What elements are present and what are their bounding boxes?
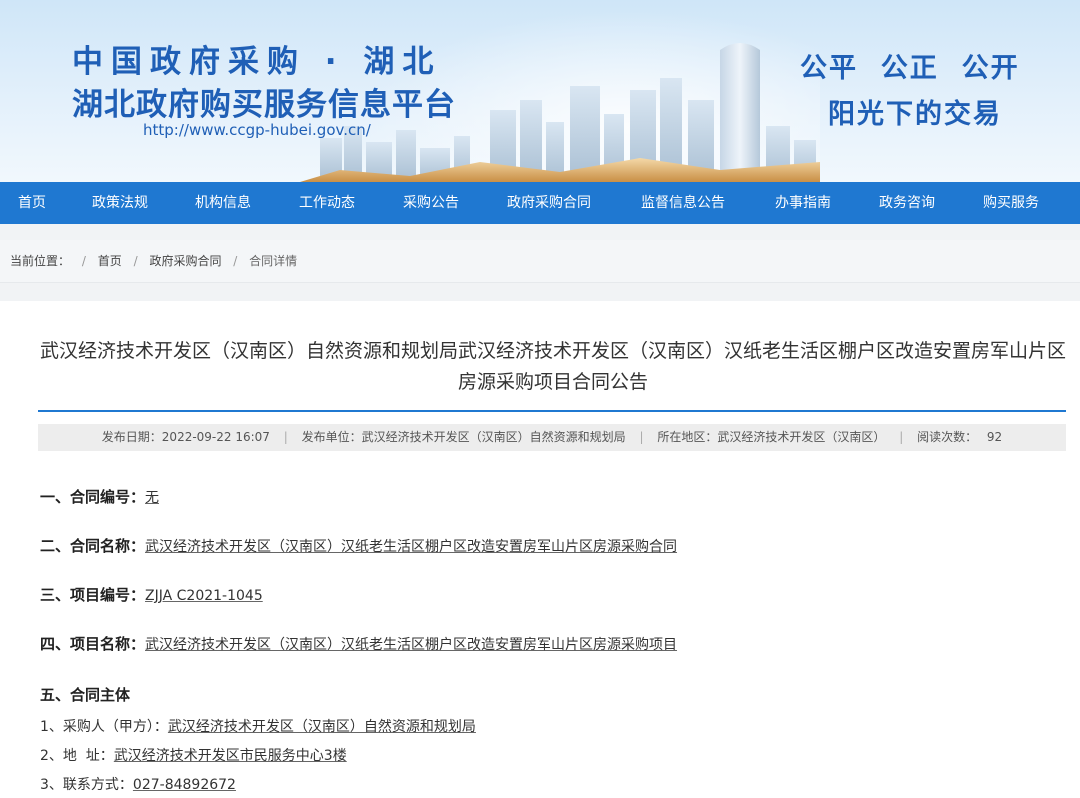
meta-views-label: 阅读次数： — [917, 430, 978, 444]
nav-item-supervision[interactable]: 监督信息公告 — [641, 182, 725, 224]
section-label: 二、合同名称： — [40, 537, 146, 555]
section-value: 武汉经济技术开发区（汉南区）汉纸老生活区棚户区改造安置房军山片区房源采购项目 — [145, 637, 678, 653]
party-label: 1、采购人（甲方）： — [40, 719, 168, 735]
breadcrumb-prefix: 当前位置： — [10, 254, 71, 268]
breadcrumb: 当前位置： / 首页 / 政府采购合同 / 合同详情 — [10, 240, 297, 282]
breadcrumb-separator: / — [133, 254, 138, 268]
nav-item-procurement-notice[interactable]: 采购公告 — [403, 182, 459, 224]
section-value: 无 — [145, 490, 160, 506]
party-contact: 3、联系方式：027-84892672 — [40, 774, 236, 794]
nav-item-policy[interactable]: 政策法规 — [92, 182, 148, 224]
section-project-number: 三、项目编号：ZJJA C2021-1045 — [40, 584, 263, 605]
nav-item-purchase-services[interactable]: 购买服务 — [983, 182, 1039, 224]
section-label: 五、合同主体 — [40, 686, 131, 704]
breadcrumb-current: 合同详情 — [249, 254, 298, 268]
site-url[interactable]: http://www.ccgp-hubei.gov.cn/ — [143, 121, 371, 139]
breadcrumb-home[interactable]: 首页 — [98, 254, 122, 268]
section-contract-number: 一、合同编号：无 — [40, 486, 159, 507]
meta-separator: | — [283, 430, 288, 444]
party-value: 027-84892672 — [132, 777, 236, 793]
meta-publisher: 发布单位：武汉经济技术开发区（汉南区）自然资源和规划局 — [301, 430, 626, 444]
nav-item-guide[interactable]: 办事指南 — [775, 182, 831, 224]
nav-item-gov-contracts[interactable]: 政府采购合同 — [507, 182, 591, 224]
site-banner: 中国政府采购 · 湖北 湖北政府购买服务信息平台 http://www.ccgp… — [0, 0, 1080, 182]
party-value: 武汉经济技术开发区市民服务中心3楼 — [113, 748, 347, 764]
nav-spacer — [0, 224, 1080, 240]
section-value: ZJJA C2021-1045 — [145, 588, 263, 604]
slogan-line1: 公平 公正 公开 — [800, 53, 1020, 84]
content-spacer — [0, 283, 1080, 301]
main-nav: 首页 政策法规 机构信息 工作动态 采购公告 政府采购合同 监督信息公告 办事指… — [0, 182, 1080, 224]
nav-item-consult[interactable]: 政务咨询 — [879, 182, 935, 224]
nav-item-home[interactable]: 首页 — [18, 182, 46, 224]
party-value: 武汉经济技术开发区（汉南区）自然资源和规划局 — [167, 719, 476, 735]
section-label: 三、项目编号： — [40, 586, 146, 604]
party-address: 2、地 址：武汉经济技术开发区市民服务中心3楼 — [40, 745, 347, 765]
meta-separator: | — [899, 430, 904, 444]
meta-publish-date: 发布日期：2022-09-22 16:07 — [101, 430, 270, 444]
breadcrumb-bar: 当前位置： / 首页 / 政府采购合同 / 合同详情 — [0, 240, 1080, 283]
breadcrumb-separator: / — [81, 254, 86, 268]
section-contract-name: 二、合同名称：武汉经济技术开发区（汉南区）汉纸老生活区棚户区改造安置房军山片区房… — [40, 535, 677, 556]
nav-item-institutions[interactable]: 机构信息 — [195, 182, 251, 224]
party-buyer: 1、采购人（甲方）：武汉经济技术开发区（汉南区）自然资源和规划局 — [40, 716, 476, 736]
nav-item-work-news[interactable]: 工作动态 — [299, 182, 355, 224]
party-label: 2、地 址： — [40, 748, 114, 764]
section-project-name: 四、项目名称：武汉经济技术开发区（汉南区）汉纸老生活区棚户区改造安置房军山片区房… — [40, 633, 677, 654]
breadcrumb-separator: / — [233, 254, 238, 268]
section-value: 武汉经济技术开发区（汉南区）汉纸老生活区棚户区改造安置房军山片区房源采购合同 — [145, 539, 678, 555]
article-title: 武汉经济技术开发区（汉南区）自然资源和规划局武汉经济技术开发区（汉南区）汉纸老生… — [39, 340, 1066, 393]
section-label: 四、项目名称： — [40, 635, 146, 653]
section-label: 一、合同编号： — [40, 488, 146, 506]
article-meta-bar: 发布日期：2022-09-22 16:07 | 发布单位：武汉经济技术开发区（汉… — [38, 424, 1066, 451]
meta-separator: | — [639, 430, 644, 444]
section-contract-parties-title: 五、合同主体 — [40, 684, 130, 705]
meta-views-count: 92 — [986, 430, 1003, 444]
slogan-line2: 阳光下的交易 — [828, 99, 1002, 130]
meta-region: 所在地区：武汉经济技术开发区（汉南区） — [657, 430, 886, 444]
breadcrumb-gov-contracts[interactable]: 政府采购合同 — [149, 254, 221, 268]
site-logo-line1: 中国政府采购 · 湖北 — [72, 44, 442, 80]
site-logo-line2: 湖北政府购买服务信息平台 — [72, 87, 456, 123]
title-divider — [38, 410, 1066, 412]
party-label: 3、联系方式： — [40, 777, 133, 793]
